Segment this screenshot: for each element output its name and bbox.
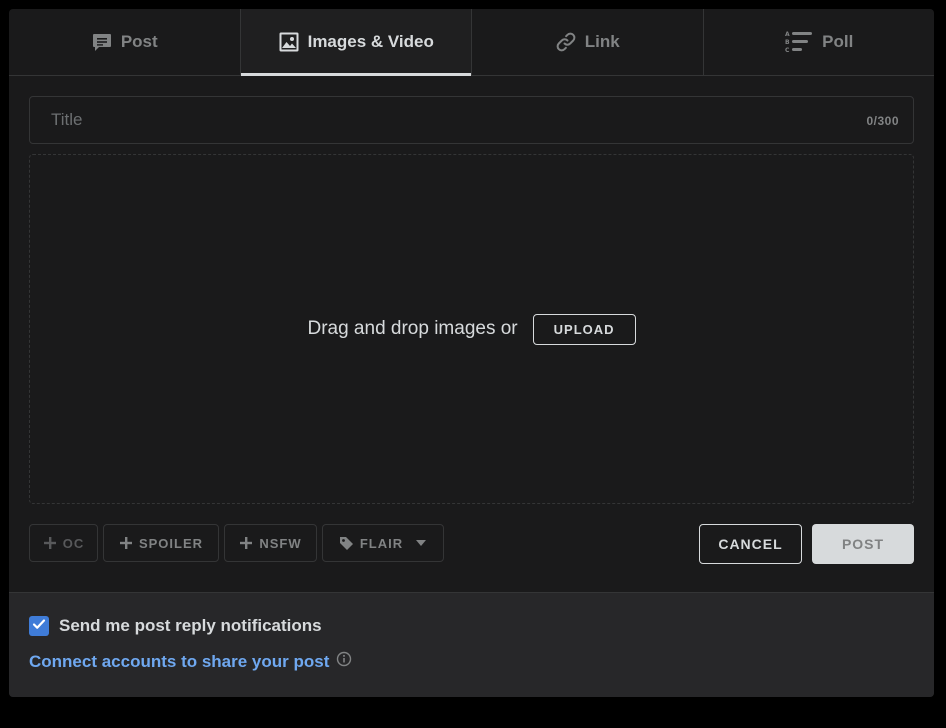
plus-icon: [43, 536, 57, 550]
notify-checkbox[interactable]: [29, 616, 49, 636]
nsfw-button[interactable]: NSFW: [224, 524, 317, 562]
plus-icon: [239, 536, 253, 550]
poll-icon: ABC: [784, 29, 814, 55]
checkmark-icon: [32, 617, 46, 636]
tag-icon: [339, 536, 354, 551]
notify-label[interactable]: Send me post reply notifications: [59, 616, 322, 636]
svg-text:A: A: [785, 31, 790, 38]
image-dropzone[interactable]: Drag and drop images or UPLOAD: [29, 154, 914, 504]
post-type-tabs: Post Images & Video Link ABC Poll: [9, 9, 934, 76]
cancel-button[interactable]: CANCEL: [699, 524, 802, 564]
connect-accounts: Connect accounts to share your post: [29, 651, 352, 672]
image-icon: [278, 31, 300, 53]
svg-text:C: C: [785, 47, 790, 54]
tab-post[interactable]: Post: [9, 9, 241, 75]
flair-label: FLAIR: [359, 535, 404, 551]
tab-label: Images & Video: [307, 32, 434, 51]
oc-label: OC: [62, 535, 85, 551]
create-post-card: Post Images & Video Link ABC Poll 0/300 …: [9, 9, 934, 697]
tab-link[interactable]: Link: [472, 9, 704, 75]
tab-label: Post: [120, 32, 158, 51]
plus-icon: [119, 536, 133, 550]
title-field: 0/300: [29, 96, 914, 144]
tab-label: Link: [584, 32, 620, 51]
caret-down-icon: [415, 539, 427, 547]
connect-accounts-link[interactable]: Connect accounts to share your post: [29, 652, 329, 672]
tab-images-video[interactable]: Images & Video: [240, 9, 472, 76]
upload-button[interactable]: UPLOAD: [532, 313, 636, 345]
nsfw-label: NSFW: [259, 535, 302, 551]
title-char-counter: 0/300: [866, 114, 899, 128]
post-options-footer: Send me post reply notifications Connect…: [9, 592, 934, 697]
link-icon: [555, 31, 577, 53]
flair-button[interactable]: FLAIR: [322, 524, 444, 562]
tab-label: Poll: [822, 32, 854, 51]
spoiler-label: SPOILER: [138, 535, 204, 551]
post-text-icon: [91, 31, 113, 53]
title-input[interactable]: [30, 97, 830, 143]
dropzone-text: Drag and drop images or: [307, 318, 518, 339]
oc-button[interactable]: OC: [29, 524, 98, 562]
post-button[interactable]: POST: [812, 524, 914, 564]
spoiler-button[interactable]: SPOILER: [103, 524, 219, 562]
svg-text:B: B: [785, 39, 790, 46]
notify-option: Send me post reply notifications: [29, 616, 322, 636]
tab-poll[interactable]: ABC Poll: [704, 9, 935, 75]
info-icon[interactable]: [336, 651, 352, 672]
